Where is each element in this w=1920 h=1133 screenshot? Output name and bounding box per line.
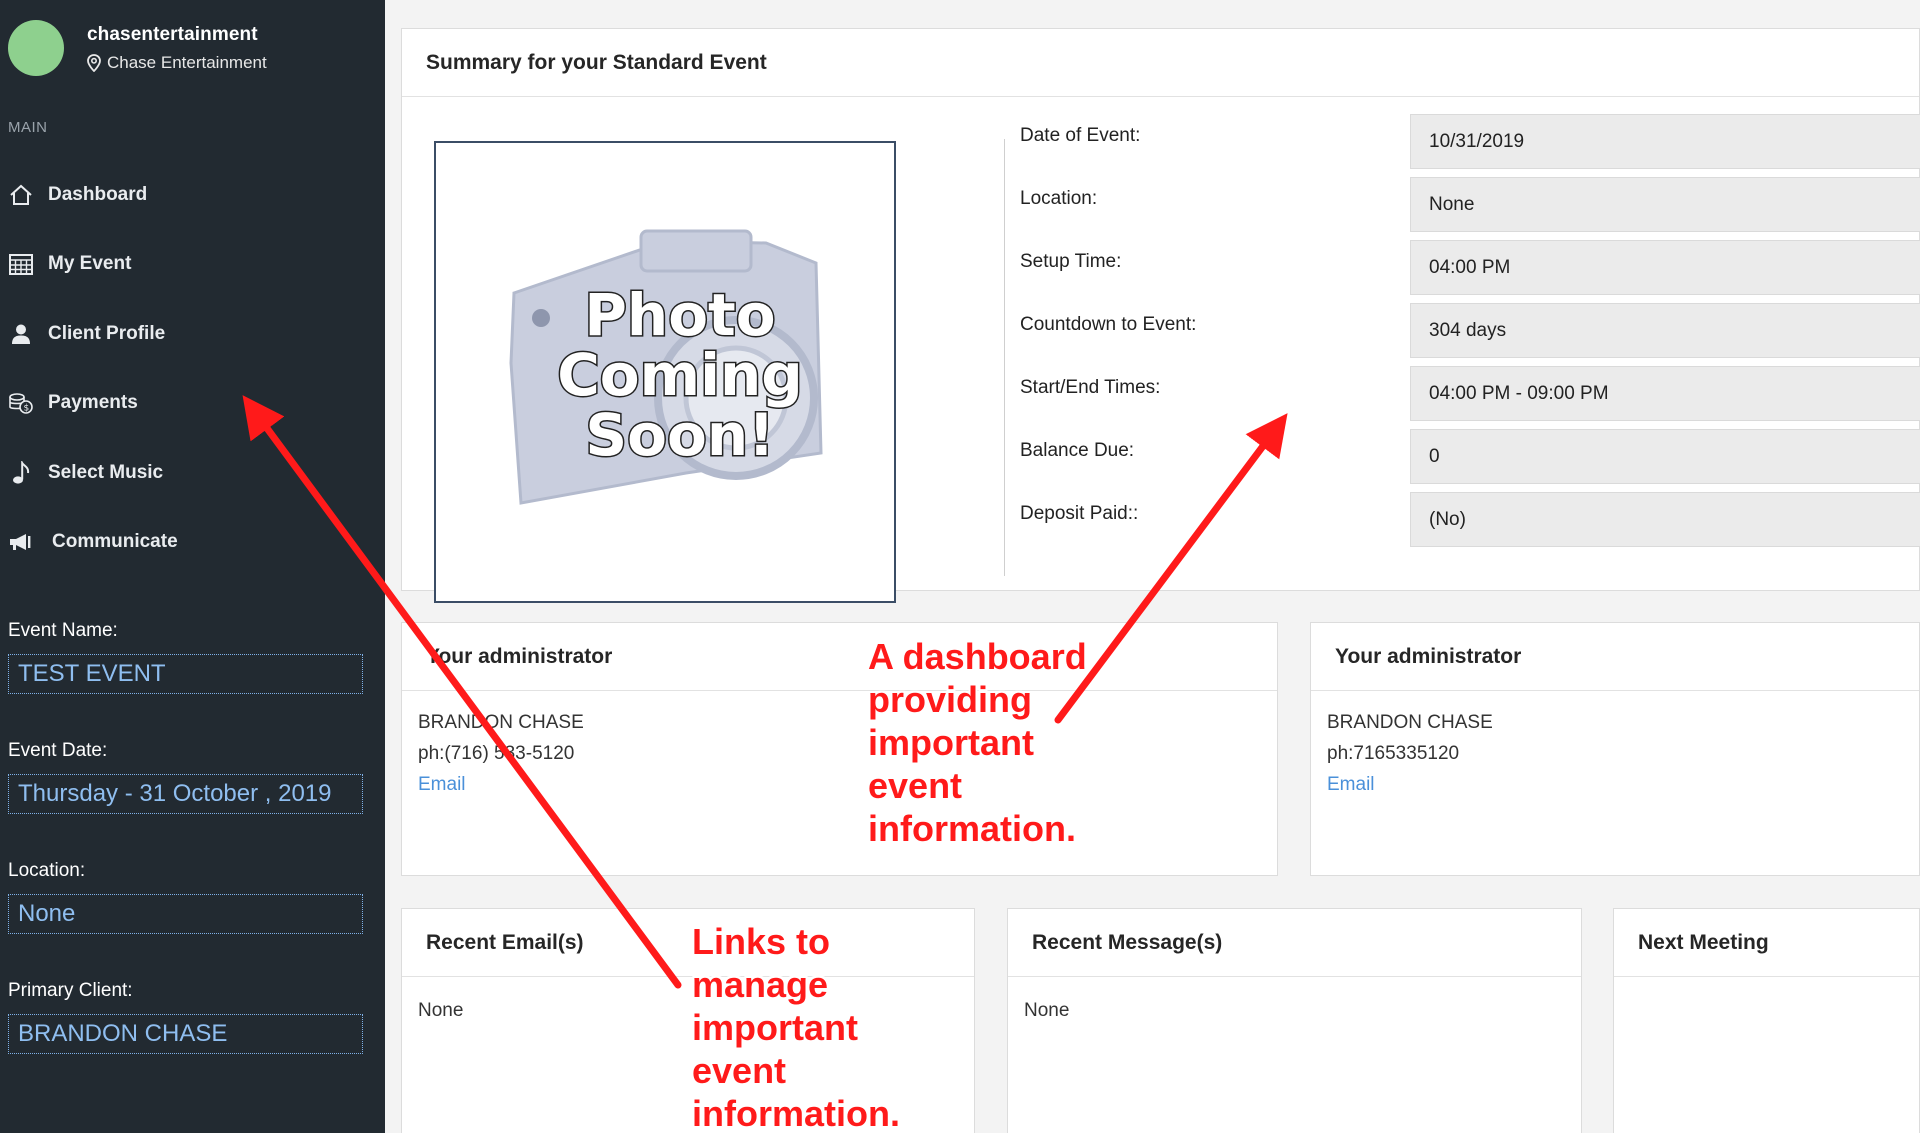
field-label-deposit: Deposit Paid::	[1020, 503, 1139, 524]
nav-label: Dashboard	[48, 183, 148, 205]
next-meeting-title: Next Meeting	[1614, 909, 1919, 977]
recent-messages-title: Recent Message(s)	[1008, 909, 1581, 977]
field-label-balance: Balance Due:	[1020, 440, 1135, 461]
annotation-line: event	[868, 765, 963, 806]
photo-text-line-1: Photo	[584, 281, 775, 349]
admin-panel-left: Your administrator BRANDON CHASE ph:(716…	[401, 622, 1278, 876]
admin-title-right: Your administrator	[1311, 623, 1919, 691]
field-value-deposit: (No)	[1410, 492, 1920, 547]
nav-label: Select Music	[48, 461, 164, 483]
annotation-line: Links to	[692, 921, 831, 962]
admin-phone-right: ph:7165335120	[1327, 743, 1460, 764]
section-label-main: MAIN	[8, 119, 48, 136]
company-line: Chase Entertainment	[87, 53, 267, 73]
sidebar: chasentertainment Chase Entertainment MA…	[0, 0, 385, 1133]
annotation-line: information.	[868, 808, 1076, 849]
admin-email-link-right[interactable]: Email	[1327, 769, 1903, 800]
field-value-countdown: 304 days	[1410, 303, 1920, 358]
svg-text:$: $	[24, 404, 30, 414]
user-block: chasentertainment Chase Entertainment	[8, 20, 267, 76]
annotation-line: important	[692, 1007, 858, 1048]
location-value[interactable]: None	[8, 894, 363, 934]
field-value-date: 10/31/2019	[1410, 114, 1920, 169]
admin-phone-left: ph:(716) 533-5120	[418, 743, 575, 764]
event-name-block: Event Name: TEST EVENT	[8, 620, 363, 694]
map-pin-icon	[87, 53, 101, 72]
admin-name-right: BRANDON CHASE	[1327, 712, 1493, 733]
nav-label: Client Profile	[48, 322, 166, 344]
summary-title: Summary for your Standard Event	[402, 29, 1919, 97]
recent-messages-panel: Recent Message(s) None	[1007, 908, 1582, 1133]
event-date-value[interactable]: Thursday - 31 October , 2019	[8, 774, 363, 814]
company-name: Chase Entertainment	[107, 52, 267, 72]
field-label-date: Date of Event:	[1020, 125, 1141, 146]
recent-messages-body: None	[1024, 1000, 1070, 1021]
nav-item-my-event[interactable]: My Event	[0, 230, 385, 300]
nav-label: Communicate	[52, 531, 178, 553]
primary-client-value[interactable]: BRANDON CHASE	[8, 1014, 363, 1054]
admin-title-left: Your administrator	[402, 623, 1277, 691]
nav-item-payments[interactable]: $ Payments	[0, 369, 385, 439]
calendar-icon	[8, 251, 34, 277]
nav-item-client-profile[interactable]: Client Profile	[0, 299, 385, 369]
admin-name-left: BRANDON CHASE	[418, 712, 584, 733]
camera-icon: Photo Coming Soon!	[509, 229, 823, 505]
primary-client-label: Primary Client:	[8, 980, 133, 1001]
admin-email-link-left[interactable]: Email	[418, 769, 1261, 800]
annotation-links: Links to manage important event informat…	[692, 920, 900, 1133]
next-meeting-panel: Next Meeting	[1613, 908, 1920, 1133]
annotation-line: A dashboard	[868, 636, 1087, 677]
event-date-block: Event Date: Thursday - 31 October , 2019	[8, 740, 363, 814]
field-label-start-end: Start/End Times:	[1020, 377, 1161, 398]
annotation-line: providing	[868, 679, 1032, 720]
event-name-label: Event Name:	[8, 620, 118, 641]
photo-text-line-2: Coming	[557, 341, 803, 409]
primary-client-block: Primary Client: BRANDON CHASE	[8, 980, 363, 1054]
annotation-line: information.	[692, 1093, 900, 1133]
annotation-dashboard: A dashboard providing important event in…	[868, 635, 1087, 850]
nav-label: My Event	[48, 253, 132, 275]
avatar[interactable]	[8, 20, 64, 76]
location-label: Location:	[8, 860, 86, 881]
event-name-value[interactable]: TEST EVENT	[8, 654, 363, 694]
annotation-line: important	[868, 722, 1034, 763]
nav-item-select-music[interactable]: Select Music	[0, 438, 385, 508]
annotation-line: event	[692, 1050, 787, 1091]
admin-panel-right: Your administrator BRANDON CHASE ph:7165…	[1310, 622, 1920, 876]
music-note-icon	[8, 460, 34, 486]
summary-panel: Summary for your Standard Event Photo Co…	[401, 28, 1920, 603]
nav-item-communicate[interactable]: Communicate	[0, 508, 385, 578]
home-icon	[8, 182, 34, 208]
megaphone-icon	[8, 529, 34, 555]
field-value-location: None	[1410, 177, 1920, 232]
field-value-balance: 0	[1410, 429, 1920, 484]
field-value-start-end: 04:00 PM - 09:00 PM	[1410, 366, 1920, 421]
photo-text-line-3: Soon!	[585, 401, 774, 469]
annotation-line: manage	[692, 964, 829, 1005]
nav-item-dashboard[interactable]: Dashboard	[0, 160, 385, 230]
event-photo-placeholder: Photo Coming Soon!	[434, 141, 896, 603]
coins-icon: $	[8, 390, 34, 416]
user-icon	[8, 321, 34, 347]
location-block: Location: None	[8, 860, 363, 934]
sidebar-nav: Dashboard My Event Client Profile $ Paym…	[0, 160, 385, 577]
field-value-setup-time: 04:00 PM	[1410, 240, 1920, 295]
nav-label: Payments	[48, 392, 138, 414]
summary-divider	[1004, 139, 1005, 576]
event-date-label: Event Date:	[8, 740, 108, 761]
field-label-setup-time: Setup Time:	[1020, 251, 1122, 272]
field-label-location: Location:	[1020, 188, 1098, 209]
field-label-countdown: Countdown to Event:	[1020, 314, 1197, 335]
username: chasentertainment	[87, 23, 258, 45]
